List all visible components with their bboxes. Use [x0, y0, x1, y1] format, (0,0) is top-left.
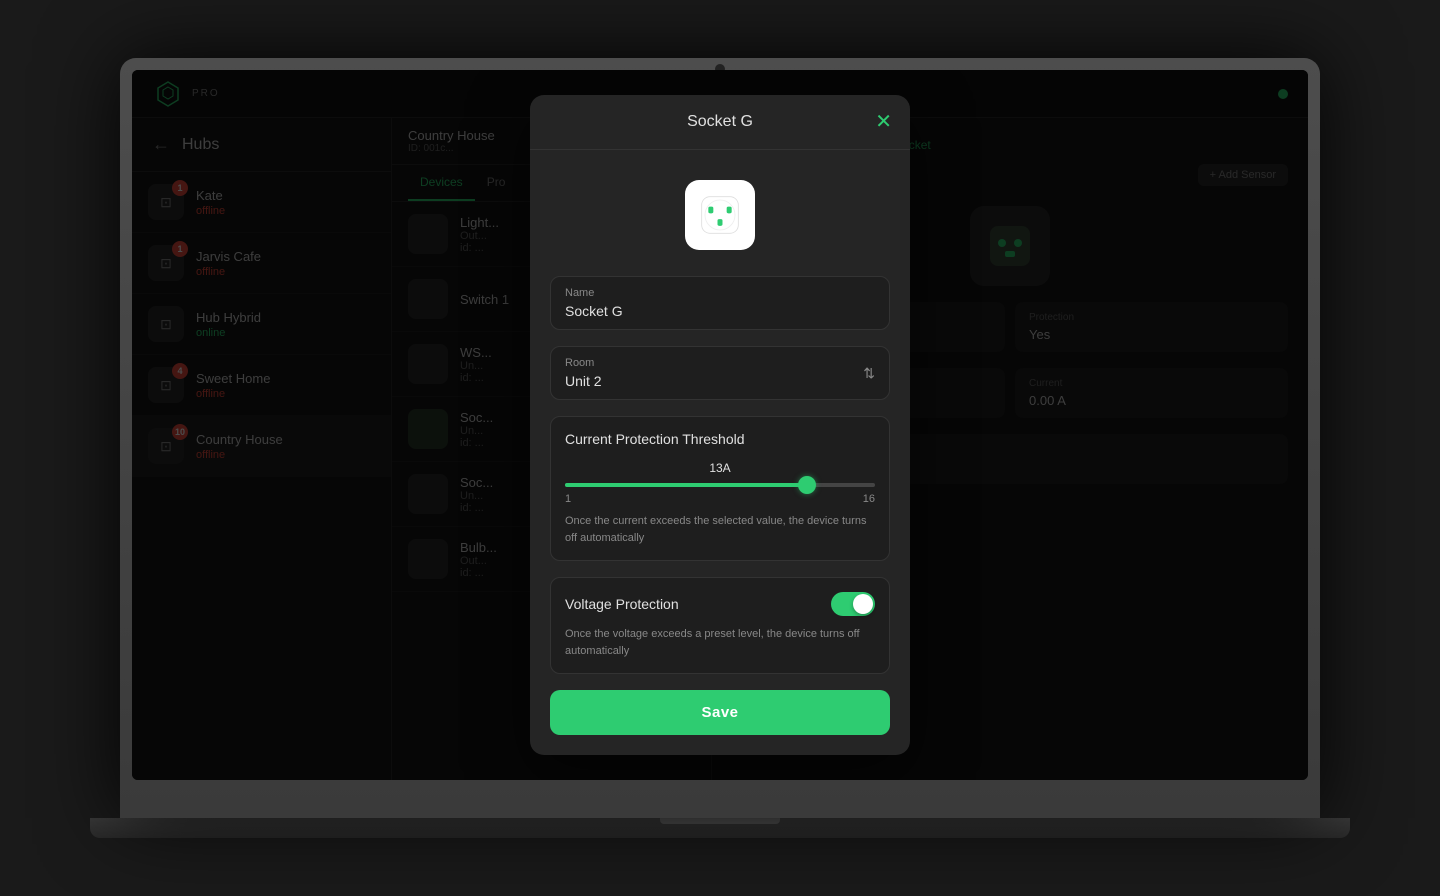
room-field-label: Room: [565, 357, 602, 369]
toggle-knob: [853, 594, 873, 614]
room-field-value: Unit 2: [565, 373, 602, 389]
name-field-value[interactable]: Socket G: [565, 303, 875, 319]
slider-thumb[interactable]: [798, 476, 816, 494]
slider-min: 1: [565, 493, 571, 505]
name-field-label: Name: [565, 287, 875, 299]
voltage-protection-section: Voltage Protection Once the voltage exce…: [550, 577, 890, 674]
chevron-updown-icon: ⇅: [863, 365, 875, 382]
current-protection-section: Current Protection Threshold 13A 1: [550, 416, 890, 561]
slider-value-label: 13A: [565, 461, 875, 475]
voltage-toggle[interactable]: [831, 592, 875, 616]
current-protection-title: Current Protection Threshold: [565, 431, 875, 447]
laptop-trackpad-notch: [660, 818, 780, 824]
voltage-protection-title: Voltage Protection: [565, 596, 679, 612]
save-button[interactable]: Save: [550, 690, 890, 735]
modal-header: Socket G ✕: [530, 95, 910, 150]
slider-max: 16: [863, 493, 875, 505]
socket-icon-container: [550, 170, 890, 260]
slider-fill: [565, 483, 807, 487]
room-field[interactable]: Room Unit 2 ⇅: [550, 346, 890, 400]
name-field: Name Socket G: [550, 276, 890, 330]
settings-modal: Socket G ✕: [530, 95, 910, 755]
voltage-header: Voltage Protection: [565, 592, 875, 616]
voltage-protection-desc: Once the voltage exceeds a preset level,…: [565, 626, 875, 659]
slider-track: [565, 483, 875, 487]
current-protection-desc: Once the current exceeds the selected va…: [565, 513, 875, 546]
modal-close-button[interactable]: ✕: [875, 112, 892, 132]
modal-overlay: Socket G ✕: [132, 70, 1308, 780]
socket-icon: [685, 180, 755, 250]
modal-body: Name Socket G Room Unit 2: [530, 150, 910, 755]
room-field-row: Room Unit 2 ⇅: [565, 357, 875, 389]
room-field-content: Room Unit 2: [565, 357, 602, 389]
laptop-screen: PRO ← Hubs: [132, 70, 1308, 780]
slider-container: [565, 483, 875, 487]
laptop-bottom-bar: [90, 818, 1350, 838]
slider-range: 1 16: [565, 493, 875, 505]
app-screen: PRO ← Hubs: [132, 70, 1308, 780]
modal-title: Socket G: [687, 113, 753, 131]
